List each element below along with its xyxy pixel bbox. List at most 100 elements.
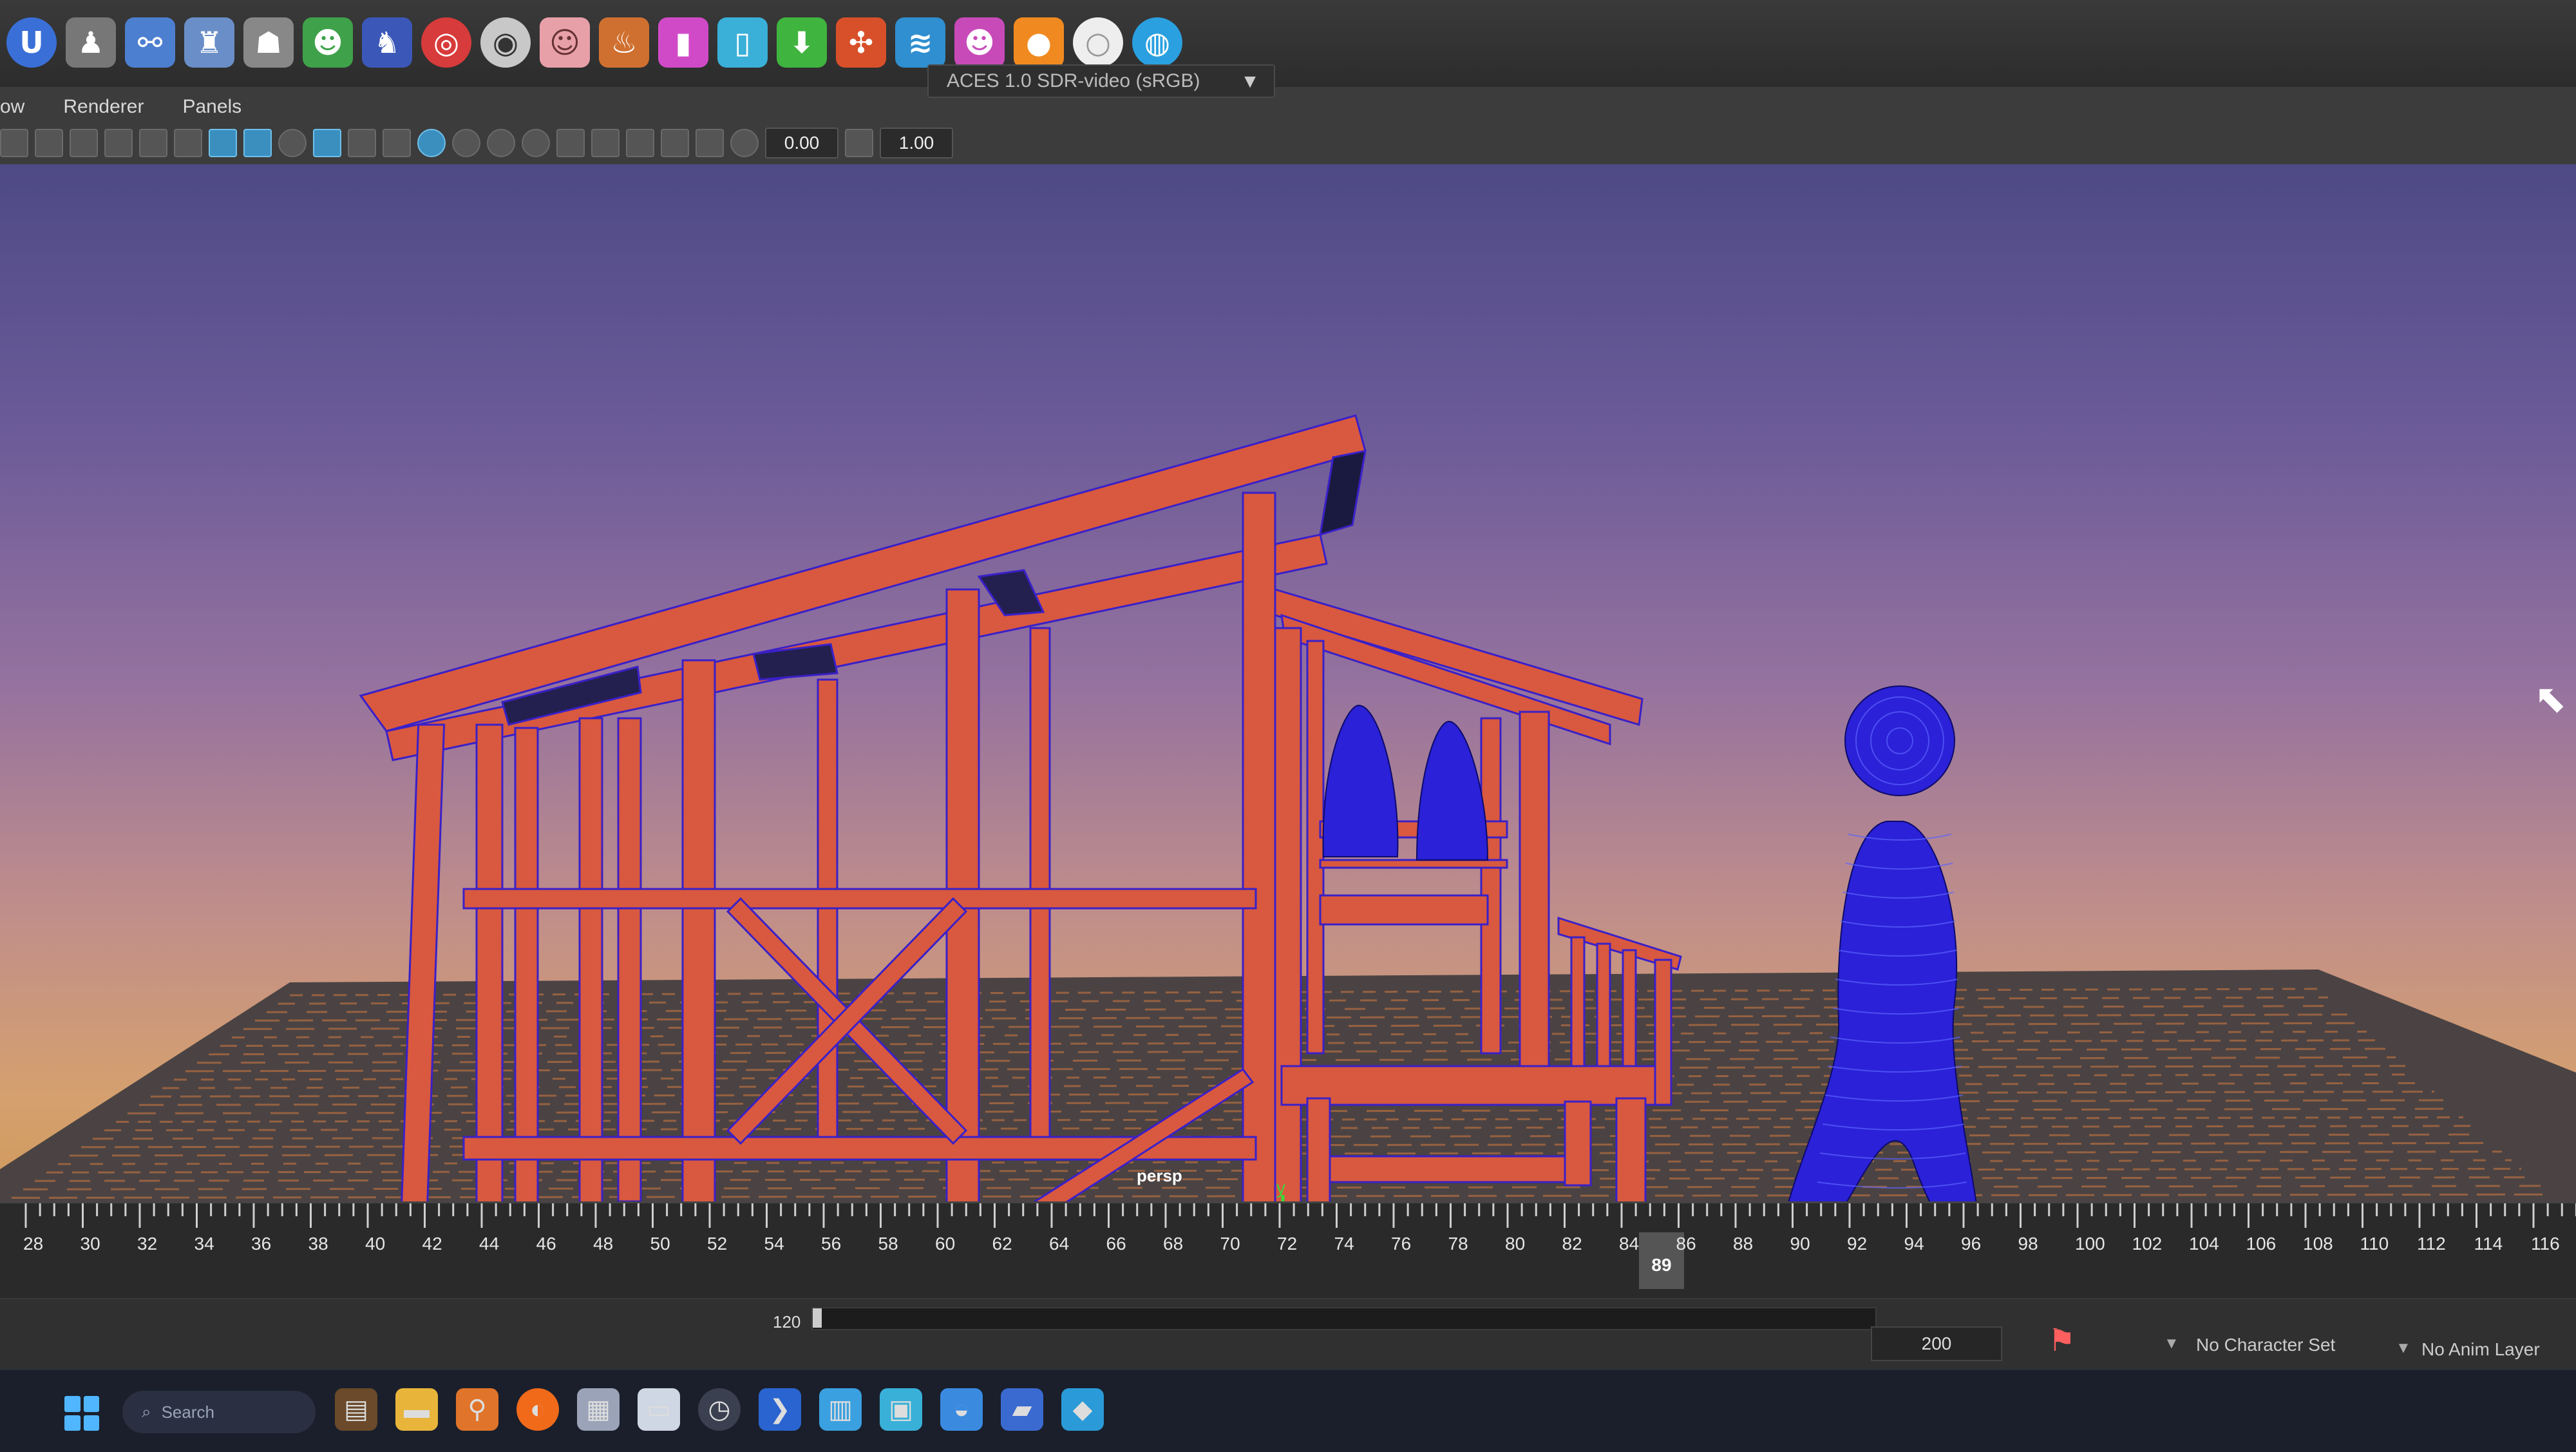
post-10 <box>1242 492 1276 1201</box>
range-handle[interactable] <box>813 1308 822 1328</box>
ruler-tick-label: 30 <box>80 1234 100 1254</box>
ruler-tick-label: 112 <box>2417 1234 2446 1254</box>
maya-icon[interactable]: ◆ <box>1061 1388 1104 1431</box>
widgets-icon[interactable]: ▤ <box>335 1388 377 1431</box>
taskbar-apps: ▤ ▬ ⚲ ◐ ▦ ▭ ◷ ❯ ▥ ▣ ◒ ▰ ◆ <box>335 1388 1104 1431</box>
figure-tool-icon[interactable]: ♟ <box>66 17 116 68</box>
sphere-tool-icon[interactable]: ○ <box>1073 17 1123 68</box>
textured-icon[interactable] <box>348 129 376 157</box>
edge-icon[interactable]: ◒ <box>940 1388 983 1431</box>
camera-label: persp <box>1137 1166 1182 1185</box>
post-9 <box>1029 627 1051 1145</box>
ruler-tick-label: 94 <box>1904 1234 1924 1254</box>
character-set-dropdown[interactable]: ▼ No Character Set <box>2151 1328 2357 1362</box>
cursor-icon: ⬉ <box>2534 677 2567 720</box>
wave-tool-icon[interactable]: ≋ <box>895 17 945 68</box>
anim-layer-dropdown[interactable]: ▼ No Anim Layer <box>2383 1333 2576 1366</box>
safe-frame-icon[interactable] <box>174 129 202 157</box>
depth-of-field-icon[interactable] <box>556 129 585 157</box>
ruler-tick-label: 28 <box>23 1234 43 1254</box>
motion-blur-icon[interactable] <box>487 129 515 157</box>
ruler-tick-label: 68 <box>1163 1234 1183 1254</box>
resolution-gate-icon[interactable] <box>139 129 167 157</box>
film-gate-icon[interactable] <box>104 129 133 157</box>
viewport[interactable]: y x persp ⬉ <box>0 164 2576 1201</box>
range-slider: 120 200 ⚑ ▼ No Character Set ▼ No Anim L… <box>0 1298 2576 1370</box>
camera-attr-icon[interactable] <box>0 129 28 157</box>
rig-tool-icon[interactable]: ♜ <box>184 17 234 68</box>
robot-tool-icon[interactable]: ☗ <box>243 17 294 68</box>
clock-icon[interactable]: ◷ <box>698 1388 741 1431</box>
windows-start-icon[interactable] <box>64 1396 99 1431</box>
turkey-tool-icon[interactable]: ♨ <box>599 17 649 68</box>
xray-joints-icon[interactable] <box>661 129 689 157</box>
globe-tool-icon[interactable]: ◍ <box>1132 17 1182 68</box>
ruler-tick-label: 110 <box>2360 1234 2389 1254</box>
app-icon[interactable]: ▰ <box>1001 1388 1043 1431</box>
exposure-icon[interactable] <box>730 129 759 157</box>
taskbar-search[interactable]: ⌕ Search <box>122 1391 316 1433</box>
shadows-icon[interactable] <box>417 129 446 157</box>
smooth-shade-icon[interactable] <box>243 129 272 157</box>
grid-icon[interactable] <box>70 129 98 157</box>
window-icon[interactable]: ▭ <box>638 1388 680 1431</box>
notepad-icon[interactable]: ▦ <box>577 1388 620 1431</box>
lighting-icon[interactable] <box>383 129 411 157</box>
store-icon[interactable]: ▥ <box>819 1388 862 1431</box>
frog-tool-icon[interactable]: ☻ <box>303 17 353 68</box>
ruler-tick-label: 58 <box>878 1234 898 1254</box>
ruler-tick-label: 86 <box>1676 1234 1696 1254</box>
menu-show[interactable]: ow <box>0 96 24 122</box>
auto-key-icon[interactable]: ⚑ <box>2048 1323 2076 1359</box>
tubes-tool-icon[interactable]: ▯ <box>717 17 768 68</box>
ruler-tick-label: 116 <box>2531 1234 2560 1254</box>
roof-end <box>1319 450 1367 537</box>
menu-panels[interactable]: Panels <box>182 96 242 122</box>
wireframe-on-shaded-icon[interactable] <box>313 129 341 157</box>
magnet-tool-icon[interactable]: U <box>6 17 57 68</box>
gamma-field[interactable]: 1.00 <box>880 128 953 158</box>
time-slider[interactable]: 28 30 32 34 36 38 40 42 44 46 48 50 52 54 56 58 60 62 64 66… <box>0 1201 2576 1300</box>
shelf-toolbar: U ♟ ⚯ ♜ ☗ ☻ ♞ ◎ ◉ ☺ ♨ ▮ ▯ ⬇ ✣ ≋ ☻ ● ○ ◍ <box>0 0 2576 88</box>
terminal-icon[interactable]: ❯ <box>759 1388 801 1431</box>
range-track[interactable] <box>811 1307 1877 1330</box>
xray-icon[interactable] <box>626 129 654 157</box>
joint-tool-icon[interactable]: ⚯ <box>125 17 175 68</box>
face-tool-icon[interactable]: ☻ <box>954 17 1005 68</box>
character-set-label: No Character Set <box>2196 1335 2336 1355</box>
exposure-field[interactable]: 0.00 <box>765 128 838 158</box>
purlin-2 <box>752 643 838 681</box>
split-tool-icon[interactable]: ✣ <box>836 17 886 68</box>
ruler-tick-label: 72 <box>1277 1234 1297 1254</box>
range-end-field[interactable]: 200 <box>1871 1326 2002 1361</box>
ruler-tick-label: 56 <box>821 1234 841 1254</box>
target-tool-icon[interactable]: ◎ <box>421 17 471 68</box>
ruler-tick-label: 50 <box>650 1234 670 1254</box>
color-space-dropdown[interactable]: ACES 1.0 SDR-video (sRGB) ▼ <box>927 64 1275 98</box>
ambient-occlusion-icon[interactable] <box>452 129 480 157</box>
pig-tool-icon[interactable]: ☺ <box>540 17 590 68</box>
anti-aliasing-icon[interactable] <box>522 129 550 157</box>
default-material-icon[interactable] <box>278 129 307 157</box>
folder-icon[interactable]: ▬ <box>395 1388 438 1431</box>
wireframe-icon[interactable] <box>209 129 237 157</box>
gamma-icon[interactable] <box>845 129 873 157</box>
ruler-tick-label: 64 <box>1049 1234 1069 1254</box>
ruler-tick-label: 108 <box>2303 1234 2333 1254</box>
time-ruler: 28 30 32 34 36 38 40 42 44 46 48 50 52 54 56 58 60 62 64 66… <box>23 1203 2576 1254</box>
house-lower-rail <box>1325 1155 1573 1183</box>
menu-renderer[interactable]: Renderer <box>63 96 144 122</box>
tube-tool-icon[interactable]: ▮ <box>658 17 708 68</box>
character-tool-icon[interactable]: ♞ <box>362 17 412 68</box>
eye-tool-icon[interactable]: ◉ <box>480 17 531 68</box>
browser-icon[interactable]: ◐ <box>516 1388 559 1431</box>
backface-icon[interactable] <box>696 129 724 157</box>
scene: y x <box>0 414 2576 1201</box>
bookmark-icon[interactable] <box>35 129 63 157</box>
calendar-icon[interactable]: ▣ <box>880 1388 922 1431</box>
download-tool-icon[interactable]: ⬇ <box>777 17 827 68</box>
isolate-select-icon[interactable] <box>591 129 620 157</box>
search-app-icon[interactable]: ⚲ <box>456 1388 498 1431</box>
fruit-tool-icon[interactable]: ● <box>1014 17 1064 68</box>
color-space-label: ACES 1.0 SDR-video (sRGB) <box>947 70 1200 91</box>
